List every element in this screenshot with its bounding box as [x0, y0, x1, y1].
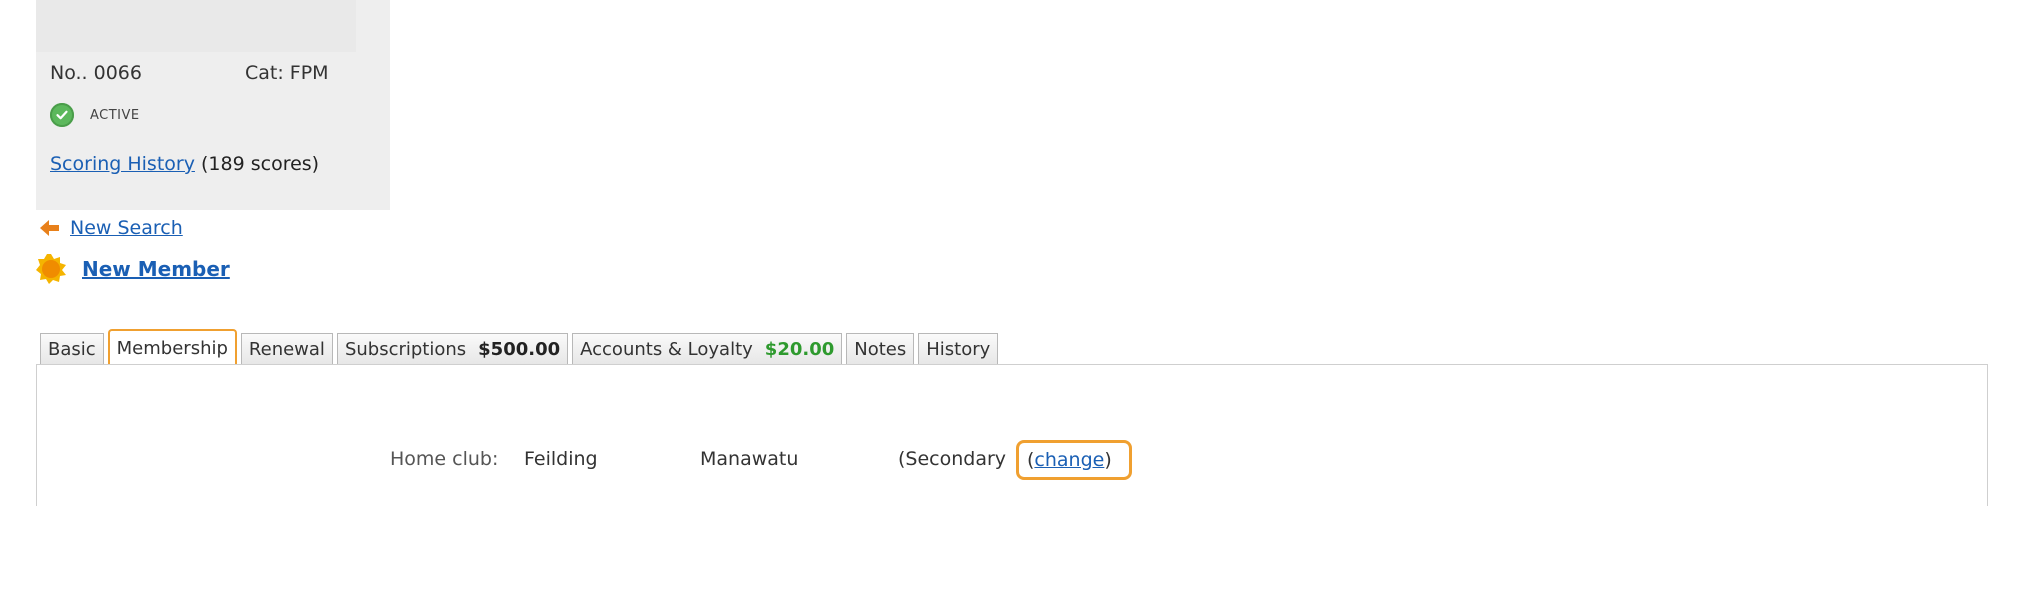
- membership-tab-panel: [36, 364, 1988, 506]
- tab-renewal[interactable]: Renewal: [240, 333, 333, 365]
- new-search-row: New Search: [40, 217, 183, 239]
- member-page: No.. 0066 Cat: FPM ACTIVE Scoring Histor…: [0, 0, 2023, 606]
- member-category: Cat: FPM: [245, 62, 329, 84]
- status-label: ACTIVE: [90, 107, 140, 123]
- home-club-label: Home club:: [390, 448, 499, 470]
- new-search-link[interactable]: New Search: [70, 217, 183, 239]
- left-arrow-icon: [40, 220, 59, 236]
- tab-label: History: [926, 339, 991, 360]
- tab-label: Renewal: [248, 339, 325, 360]
- paren-open: (: [1027, 449, 1035, 471]
- loyalty-amount: $20.00: [764, 339, 835, 360]
- member-photo-area: [36, 0, 356, 52]
- scoring-history-link[interactable]: Scoring History: [50, 153, 195, 175]
- member-status: ACTIVE: [50, 103, 140, 127]
- scoring-history-row: Scoring History (189 scores): [50, 153, 319, 175]
- new-badge-icon: [36, 254, 66, 284]
- tab-label: Basic: [48, 339, 96, 360]
- tab-basic[interactable]: Basic: [40, 333, 104, 365]
- home-club-region: Manawatu: [700, 448, 799, 470]
- tab-notes[interactable]: Notes: [846, 333, 915, 365]
- tab-history[interactable]: History: [918, 333, 999, 365]
- tab-membership[interactable]: Membership: [107, 329, 237, 365]
- tab-label: Notes: [854, 339, 907, 360]
- subscriptions-amount: $500.00: [478, 339, 561, 360]
- change-link[interactable]: change: [1034, 449, 1104, 471]
- check-circle-icon: [50, 103, 74, 127]
- change-highlight: (change): [1016, 440, 1132, 480]
- home-club-name: Feilding: [524, 448, 598, 470]
- member-info-card: No.. 0066 Cat: FPM ACTIVE Scoring Histor…: [36, 0, 390, 210]
- membership-type: (Secondary: [898, 448, 1007, 470]
- tab-label: Membership: [116, 337, 228, 359]
- scoring-count: (189 scores): [201, 153, 320, 175]
- new-member-link[interactable]: New Member: [82, 257, 230, 281]
- new-member-row: New Member: [36, 254, 230, 284]
- paren-close: ): [1104, 449, 1112, 471]
- tab-subscriptions[interactable]: Subscriptions $500.00: [336, 333, 569, 365]
- member-tabs: Basic Membership Renewal Subscriptions $…: [40, 329, 999, 365]
- tab-label: Subscriptions: [344, 339, 467, 360]
- member-number: No.. 0066: [50, 62, 142, 84]
- tab-accounts-loyalty[interactable]: Accounts & Loyalty $20.00: [572, 333, 843, 365]
- tab-label: Accounts & Loyalty: [580, 339, 753, 360]
